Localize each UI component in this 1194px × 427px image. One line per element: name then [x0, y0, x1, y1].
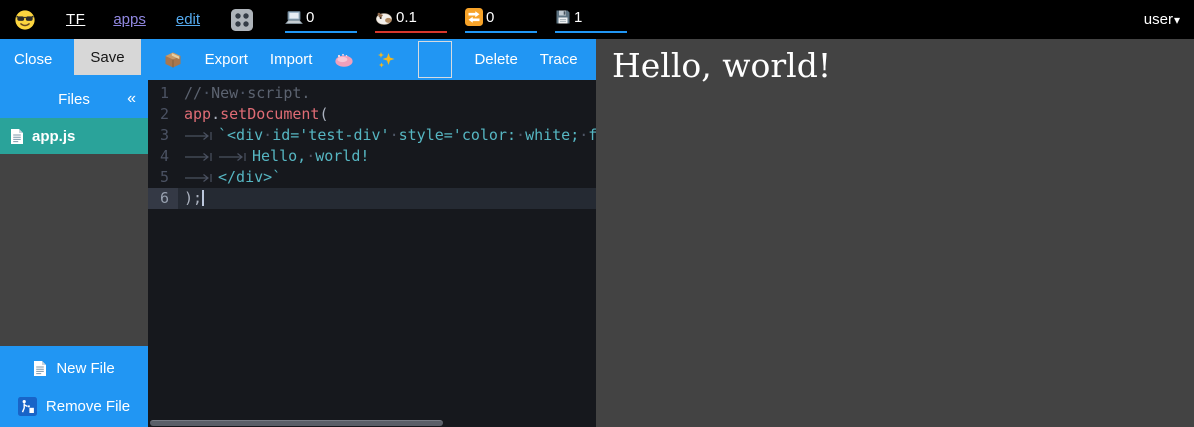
close-button[interactable]: Close: [14, 51, 52, 68]
nav-link-apps[interactable]: apps: [113, 11, 146, 28]
main-area: Close Save Export Import Delete Trace Fi…: [0, 39, 1194, 427]
code-line-text: `<div·id='test-div'·style='color:·white;…: [178, 125, 596, 146]
code-line[interactable]: 4Hello,·world!: [148, 146, 596, 167]
delete-button[interactable]: Delete: [474, 51, 517, 68]
editor-toolbar: Close Save Export Import Delete Trace: [0, 39, 596, 80]
code-area: 1//·New·script.2app.setDocument(3`<div·i…: [148, 80, 596, 209]
code-line-text: Hello,·world!: [178, 146, 596, 167]
code-line-text: );: [178, 188, 596, 209]
new-file-icon: [33, 360, 47, 377]
hamster-icon: [375, 10, 393, 25]
meter-value: 0: [486, 9, 494, 26]
meter-value: 0: [306, 9, 314, 26]
meter-repeat[interactable]: 0: [465, 7, 537, 33]
space-whitespace-marker: ·: [579, 126, 588, 144]
repeat-icon: [465, 8, 483, 26]
files-actions: New File Remove File: [0, 346, 148, 427]
space-whitespace-marker: ·: [390, 126, 399, 144]
code-line-text: </div>`: [178, 167, 596, 188]
h-scrollbar: [148, 419, 596, 427]
meter-value: 0.1: [396, 9, 417, 26]
line-number: 5: [148, 167, 178, 188]
code-line[interactable]: 1//·New·script.: [148, 83, 596, 104]
line-number: 2: [148, 104, 178, 125]
space-whitespace-marker: ·: [516, 126, 525, 144]
line-number: 1: [148, 83, 178, 104]
tab-whitespace-marker: [184, 131, 214, 141]
code-line[interactable]: 2app.setDocument(: [148, 104, 596, 125]
files-sidebar: Files « app.js New File Remove File: [0, 80, 148, 427]
meter-floppy[interactable]: 1: [555, 7, 627, 33]
toolbar-empty-box[interactable]: [418, 41, 452, 78]
file-item-appjs[interactable]: app.js: [0, 118, 148, 154]
brand-link[interactable]: TF: [66, 11, 85, 28]
floppy-icon: [555, 9, 571, 25]
app-preview: Hello, world!: [596, 39, 1194, 427]
preview-hello-text: Hello, world!: [596, 39, 1194, 86]
pane-body: Files « app.js New File Remove File: [0, 80, 596, 427]
tab-whitespace-marker: [218, 152, 248, 162]
collapse-sidebar-button[interactable]: «: [127, 90, 136, 108]
remove-file-label: Remove File: [46, 398, 130, 415]
dots-grid-icon[interactable]: [230, 8, 254, 32]
space-whitespace-marker: ·: [306, 147, 315, 165]
code-line[interactable]: 6);: [148, 188, 596, 209]
code-line-text: //·New·script.: [178, 83, 596, 104]
save-button[interactable]: Save: [74, 39, 140, 75]
nav-link-edit[interactable]: edit: [176, 11, 200, 28]
soap-icon[interactable]: [334, 52, 354, 68]
package-icon[interactable]: [163, 50, 183, 70]
file-icon: [10, 128, 24, 145]
meter-value: 1: [574, 9, 582, 26]
resource-meters: 0 0.1 0 1: [285, 7, 627, 33]
new-file-button[interactable]: New File: [0, 355, 148, 381]
editor-pane: Close Save Export Import Delete Trace Fi…: [0, 39, 596, 427]
export-button[interactable]: Export: [205, 51, 248, 68]
smiley-sunglasses-icon[interactable]: [14, 9, 36, 31]
user-menu[interactable]: user ▾: [1144, 11, 1180, 28]
space-whitespace-marker: ·: [202, 84, 211, 102]
sparkles-icon[interactable]: [376, 50, 396, 70]
chevron-down-icon: ▾: [1174, 13, 1180, 27]
litter-bin-icon: [18, 397, 37, 416]
code-line-text: app.setDocument(: [178, 104, 596, 125]
space-whitespace-marker: ·: [238, 84, 247, 102]
import-button[interactable]: Import: [270, 51, 313, 68]
top-bar: TF apps edit 0 0.1 0 1 user ▾: [0, 0, 1194, 39]
trace-button[interactable]: Trace: [540, 51, 578, 68]
file-item-label: app.js: [32, 128, 75, 145]
line-number: 6: [148, 188, 178, 209]
code-line[interactable]: 3`<div·id='test-div'·style='color:·white…: [148, 125, 596, 146]
laptop-icon: [285, 10, 303, 25]
files-spacer: [0, 154, 148, 346]
space-whitespace-marker: ·: [263, 126, 272, 144]
h-scrollbar-thumb[interactable]: [150, 420, 443, 426]
meter-laptop[interactable]: 0: [285, 7, 357, 33]
new-file-label: New File: [56, 360, 114, 377]
text-cursor: [202, 190, 204, 206]
code-line[interactable]: 5</div>`: [148, 167, 596, 188]
tab-whitespace-marker: [184, 152, 214, 162]
line-number: 3: [148, 125, 178, 146]
remove-file-button[interactable]: Remove File: [0, 393, 148, 419]
user-menu-label: user: [1144, 11, 1173, 28]
files-header: Files «: [0, 80, 148, 118]
tab-whitespace-marker: [184, 173, 214, 183]
line-number: 4: [148, 146, 178, 167]
meter-hamster[interactable]: 0.1: [375, 7, 447, 33]
files-header-title: Files: [58, 91, 90, 108]
code-editor[interactable]: 1//·New·script.2app.setDocument(3`<div·i…: [148, 80, 596, 427]
